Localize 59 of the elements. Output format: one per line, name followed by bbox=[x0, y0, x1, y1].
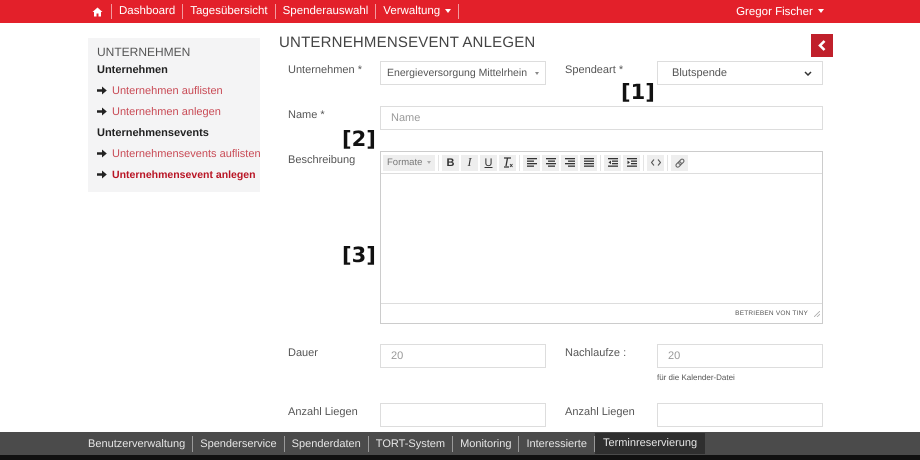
sidebar-heading: Unternehmen bbox=[97, 64, 169, 78]
arrow-icon bbox=[97, 107, 107, 116]
bottom-tab[interactable]: Spenderdaten bbox=[284, 436, 369, 452]
nav-link[interactable]: Dashboard bbox=[112, 4, 184, 19]
arrow-icon bbox=[97, 170, 107, 179]
resize-handle-icon[interactable] bbox=[814, 310, 820, 316]
help-text: für die Kalender-Datei bbox=[657, 373, 736, 382]
align-icon[interactable] bbox=[523, 154, 540, 170]
field-label: Anzahl Liegen bbox=[565, 405, 636, 418]
arrow-icon bbox=[97, 149, 107, 158]
sidebar-title: UNTERNEHMEN bbox=[97, 45, 192, 59]
field-label: Beschreibung bbox=[288, 153, 356, 166]
annotation-marker: [2] bbox=[342, 129, 376, 150]
input-field[interactable]: Name bbox=[380, 106, 823, 130]
input-field[interactable] bbox=[380, 403, 546, 427]
field-label: Nachlaufze : bbox=[565, 346, 628, 359]
sidebar-heading: Unternehmensevents bbox=[97, 127, 210, 141]
chevron-left-icon bbox=[818, 40, 826, 51]
indent-icon[interactable] bbox=[623, 154, 640, 170]
align-icon[interactable] bbox=[542, 154, 560, 170]
clear-format-icon[interactable] bbox=[499, 154, 516, 170]
nav-dropdown[interactable]: Verwaltung bbox=[376, 4, 460, 19]
code-icon[interactable] bbox=[647, 154, 664, 170]
format-button[interactable]: B bbox=[442, 154, 460, 170]
select-field[interactable]: Energieversorgung Mittelrhein bbox=[380, 61, 546, 85]
input-field[interactable] bbox=[657, 403, 823, 427]
back-button[interactable] bbox=[811, 34, 833, 57]
nav-link[interactable]: Spenderauswahl bbox=[276, 4, 376, 19]
sidebar-link[interactable]: Unternehmen anlegen bbox=[112, 106, 221, 118]
annotation-marker: [3] bbox=[342, 245, 376, 266]
input-field[interactable]: 20 bbox=[380, 344, 546, 368]
format-button[interactable]: I bbox=[461, 154, 478, 170]
field-label: Unternehmen * bbox=[288, 63, 363, 76]
annotation-marker: [1] bbox=[621, 82, 655, 103]
arrow-icon bbox=[97, 86, 107, 95]
input-field[interactable]: 20 bbox=[657, 344, 823, 368]
bottom-tab[interactable]: TORT-System bbox=[368, 436, 454, 452]
sidebar-link[interactable]: Unternehmensevent anlegen bbox=[112, 168, 256, 180]
field-label: Spendeart * bbox=[565, 63, 624, 76]
format-button[interactable]: U bbox=[480, 154, 498, 170]
outdent-icon[interactable] bbox=[604, 154, 622, 170]
nav-link[interactable]: Tagesübersicht bbox=[183, 4, 276, 19]
link-icon[interactable] bbox=[671, 154, 688, 170]
format-dropdown[interactable]: Formate bbox=[383, 154, 436, 170]
align-icon[interactable] bbox=[561, 154, 578, 170]
select-field[interactable]: Blutspende bbox=[657, 61, 823, 85]
sidebar-link[interactable]: Unternehmensevents auflisten bbox=[112, 148, 261, 160]
align-icon[interactable] bbox=[580, 154, 598, 170]
sidebar-link[interactable]: Unternehmen auflisten bbox=[112, 84, 223, 96]
chevron-down-icon bbox=[804, 70, 812, 76]
field-label: Dauer bbox=[288, 346, 319, 359]
field-label: Name * bbox=[288, 108, 326, 121]
bottom-tab[interactable]: Spenderservice bbox=[193, 436, 285, 452]
bottom-tab[interactable]: Monitoring bbox=[453, 436, 520, 452]
user-menu[interactable]: Gregor Fischer bbox=[736, 6, 824, 18]
page-title: UNTERNEHMENSEVENT ANLEGEN bbox=[279, 34, 536, 51]
bottom-tab[interactable]: Benutzerverwaltung bbox=[81, 436, 194, 452]
field-label: Anzahl Liegen bbox=[288, 405, 359, 418]
bottom-tab[interactable]: Terminreservierung bbox=[594, 433, 706, 454]
